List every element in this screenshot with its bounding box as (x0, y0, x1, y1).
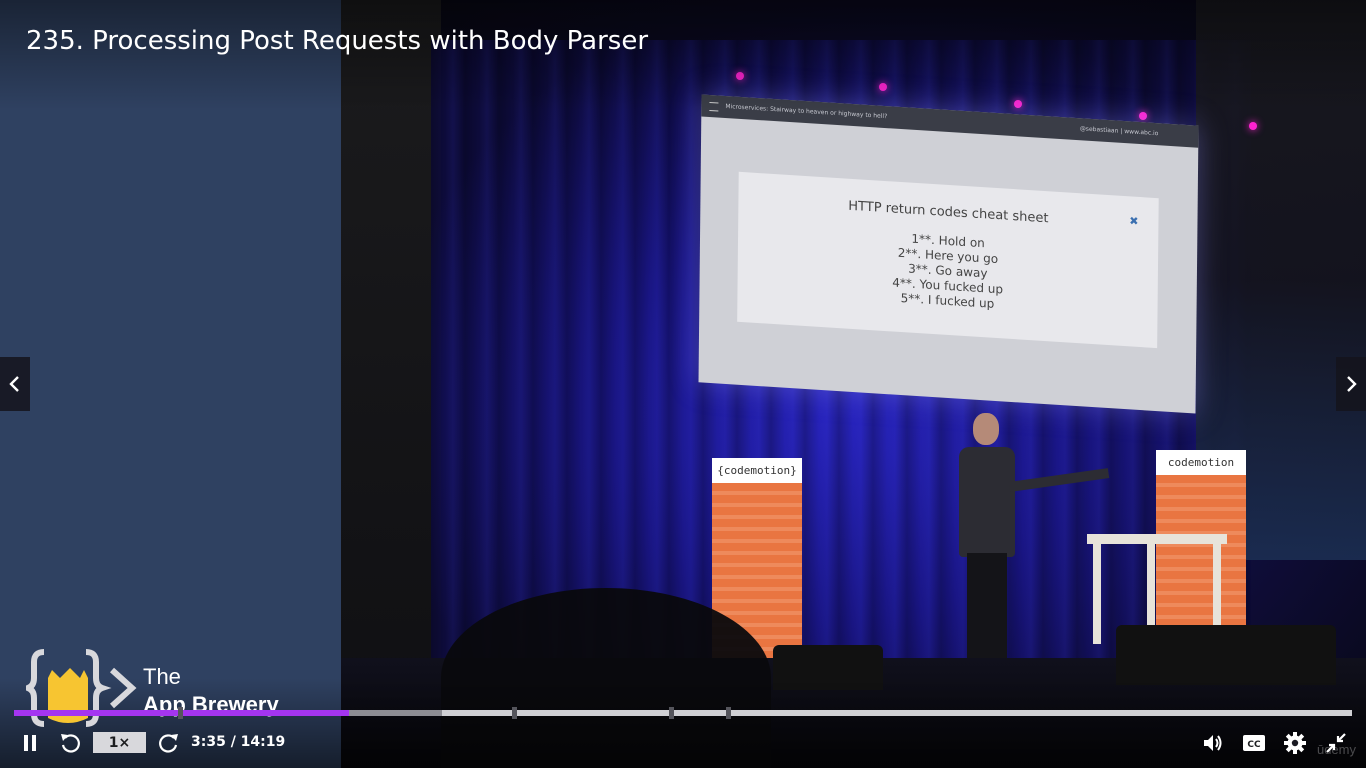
svg-text:CC: CC (1247, 740, 1261, 750)
exit-fullscreen-icon (1326, 733, 1346, 753)
pause-icon (24, 735, 36, 751)
menu-icon (709, 101, 719, 112)
volume-button[interactable] (1199, 730, 1227, 756)
video-player[interactable]: Microservices: Stairway to heaven or hig… (0, 0, 1366, 768)
exit-fullscreen-button[interactable] (1322, 730, 1350, 756)
projector-screen: Microservices: Stairway to heaven or hig… (698, 94, 1199, 414)
volume-icon (1204, 735, 1222, 751)
stage-light (736, 72, 744, 80)
chapter-marker[interactable] (669, 707, 674, 719)
stage-light (1014, 100, 1022, 108)
chapter-marker[interactable] (726, 707, 731, 719)
chapter-marker[interactable] (178, 707, 183, 719)
slide-card: ✖ HTTP return codes cheat sheet 1**. Hol… (737, 171, 1159, 349)
rewind-button[interactable] (56, 730, 84, 756)
logo-text-line1: The (143, 664, 181, 689)
stage-light (1249, 122, 1257, 130)
app-brewery-logo: The App Brewery (18, 648, 316, 728)
lecture-title: 235. Processing Post Requests with Body … (26, 26, 649, 56)
captions-button[interactable]: CC (1240, 730, 1268, 756)
chapter-marker[interactable] (512, 707, 517, 719)
chevron-left-icon (9, 376, 19, 392)
time-display: 3:35 / 14:19 (191, 734, 286, 750)
banner-label: {codemotion} (712, 458, 802, 483)
pause-button[interactable] (16, 730, 44, 756)
video-frame: Microservices: Stairway to heaven or hig… (341, 0, 1366, 768)
progress-bar[interactable] (14, 707, 1352, 719)
captions-icon: CC (1243, 735, 1265, 751)
control-bar: 1× 3:35 / 14:19 CC (0, 724, 1366, 762)
logo-mark-icon (18, 649, 137, 727)
rewind-5-icon (61, 734, 80, 753)
stage-light (879, 83, 887, 91)
forward-5-icon (159, 734, 178, 753)
playback-speed-button[interactable]: 1× (93, 732, 146, 753)
previous-lecture-button[interactable] (0, 357, 30, 411)
stage-monitor (1116, 625, 1336, 685)
banner-label: codemotion (1156, 450, 1246, 475)
gear-icon (1284, 732, 1306, 754)
settings-button[interactable] (1281, 730, 1309, 756)
stage-light (1139, 112, 1147, 120)
slide-topbar-right: @sebastiaan | www.abc.io (1079, 125, 1159, 138)
stage-monitor (773, 645, 883, 690)
next-lecture-button[interactable] (1336, 357, 1366, 411)
chevron-right-icon (1347, 376, 1357, 392)
close-icon: ✖ (1129, 214, 1139, 228)
forward-button[interactable] (155, 730, 183, 756)
slide-topbar-title: Microservices: Stairway to heaven or hig… (725, 102, 888, 121)
